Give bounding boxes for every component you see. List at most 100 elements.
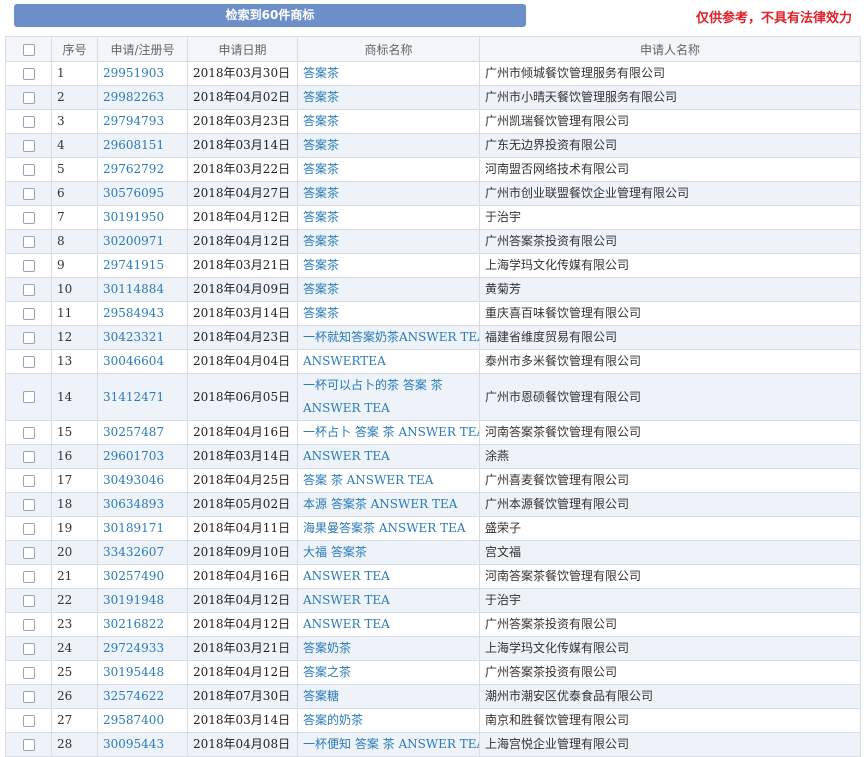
row-trademark-name-link[interactable]: 答案茶 [297,157,480,182]
row-checkbox-cell[interactable] [5,660,52,685]
column-header-date[interactable]: 申请日期 [187,36,298,62]
row-checkbox[interactable] [22,474,35,487]
row-trademark-name-link[interactable]: 答案 茶 ANSWER TEA [297,468,480,493]
row-checkbox-cell[interactable] [5,181,52,206]
row-trademark-name-link[interactable]: ANSWERTEA [297,349,480,374]
row-reg-no-link[interactable]: 30095443 [97,732,188,757]
row-checkbox[interactable] [22,618,35,631]
row-checkbox[interactable] [22,307,35,320]
row-reg-no-link[interactable]: 30493046 [97,468,188,493]
table-row[interactable]: 21 30257490 2018年04月16日 ANSWER TEA 河南答案茶餐饮管理… [5,564,861,589]
row-checkbox[interactable] [22,163,35,176]
row-trademark-name-link[interactable]: 答案茶 [297,181,480,206]
row-checkbox[interactable] [22,139,35,152]
row-checkbox-cell[interactable] [5,253,52,278]
row-trademark-name-link[interactable]: 一杯就知答案奶茶ANSWER TEA [297,325,480,350]
row-checkbox-cell[interactable] [5,325,52,350]
row-reg-no-link[interactable]: 29982263 [97,85,188,110]
row-trademark-name-link[interactable]: 答案的奶茶 [297,708,480,733]
row-checkbox-cell[interactable] [5,564,52,589]
row-checkbox-cell[interactable] [5,277,52,302]
row-reg-no-link[interactable]: 29608151 [97,133,188,158]
row-checkbox-cell[interactable] [5,133,52,158]
table-row[interactable]: 17 30493046 2018年04月25日 答案 茶 ANSWER TEA 广州喜麦… [5,468,861,493]
row-trademark-name-link[interactable]: ANSWER TEA [297,444,480,469]
row-reg-no-link[interactable]: 33432607 [97,540,188,565]
row-reg-no-link[interactable]: 30423321 [97,325,188,350]
table-row[interactable]: 13 30046604 2018年04月04日 ANSWERTEA 泰州市多米餐饮管理有… [5,349,861,374]
row-checkbox[interactable] [22,259,35,272]
table-row[interactable]: 22 30191948 2018年04月12日 ANSWER TEA 于治宇 [5,588,861,613]
row-trademark-name-link[interactable]: 一杯便知 答案 茶 ANSWER TEA [297,732,480,757]
table-row[interactable]: 25 30195448 2018年04月12日 答案之茶 广州答案茶投资有限公司 [5,660,861,685]
row-reg-no-link[interactable]: 30114884 [97,277,188,302]
table-row[interactable]: 4 29608151 2018年03月14日 答案茶 广东无边界投资有限公司 [5,133,861,158]
row-checkbox-cell[interactable] [5,708,52,733]
table-row[interactable]: 2 29982263 2018年04月02日 答案茶 广州市小晴天餐饮管理服务有限公司 [5,85,861,110]
row-trademark-name-link[interactable]: ANSWER TEA [297,564,480,589]
row-checkbox[interactable] [22,91,35,104]
row-reg-no-link[interactable]: 30195448 [97,660,188,685]
column-header-applicant[interactable]: 申请人名称 [479,36,861,62]
row-checkbox-cell[interactable] [5,588,52,613]
row-checkbox[interactable] [22,690,35,703]
row-checkbox-cell[interactable] [5,612,52,637]
table-row[interactable]: 7 30191950 2018年04月12日 答案茶 于治宇 [5,205,861,230]
table-row[interactable]: 16 29601703 2018年03月14日 ANSWER TEA 涂燕 [5,444,861,469]
row-reg-no-link[interactable]: 29724933 [97,636,188,661]
row-trademark-name-link[interactable]: ANSWER TEA [297,588,480,613]
table-row[interactable]: 3 29794793 2018年03月23日 答案茶 广州凯瑞餐饮管理有限公司 [5,109,861,134]
row-checkbox[interactable] [22,738,35,751]
table-row[interactable]: 8 30200971 2018年04月12日 答案茶 广州答案茶投资有限公司 [5,229,861,254]
table-row[interactable]: 20 33432607 2018年09月10日 大福 答案茶 宫文福 [5,540,861,565]
row-checkbox-cell[interactable] [5,516,52,541]
row-trademark-name-link[interactable]: 一杯可以占卜的茶 答案 茶 ANSWER TEA [297,373,480,421]
row-trademark-name-link[interactable]: ANSWER TEA [297,612,480,637]
row-checkbox-cell[interactable] [5,684,52,709]
row-checkbox[interactable] [22,594,35,607]
row-trademark-name-link[interactable]: 一杯占卜 答案 茶 ANSWER TEAS [297,420,480,445]
row-reg-no-link[interactable]: 30257487 [97,420,188,445]
row-trademark-name-link[interactable]: 答案茶 [297,253,480,278]
row-checkbox-cell[interactable] [5,61,52,86]
table-row[interactable]: 24 29724933 2018年03月21日 答案奶茶 上海学玛文化传媒有限公司 [5,636,861,661]
column-header-reg-no[interactable]: 申请/注册号 [97,36,188,62]
table-row[interactable]: 15 30257487 2018年04月16日 一杯占卜 答案 茶 ANSWER TE… [5,420,861,445]
table-row[interactable]: 5 29762792 2018年03月22日 答案茶 河南盟否网络技术有限公司 [5,157,861,182]
row-reg-no-link[interactable]: 30191950 [97,205,188,230]
row-trademark-name-link[interactable]: 答案之茶 [297,660,480,685]
row-checkbox[interactable] [22,570,35,583]
row-reg-no-link[interactable]: 30634893 [97,492,188,517]
row-reg-no-link[interactable]: 30216822 [97,612,188,637]
row-reg-no-link[interactable]: 30191948 [97,588,188,613]
table-row[interactable]: 23 30216822 2018年04月12日 ANSWER TEA 广州答案茶投资有限… [5,612,861,637]
table-row[interactable]: 19 30189171 2018年04月11日 海果曼答案茶 ANSWER TEA 盛荣… [5,516,861,541]
row-checkbox[interactable] [22,522,35,535]
row-checkbox-cell[interactable] [5,732,52,757]
row-reg-no-link[interactable]: 29794793 [97,109,188,134]
row-checkbox-cell[interactable] [5,420,52,445]
row-checkbox-cell[interactable] [5,205,52,230]
column-header-mark[interactable]: 商标名称 [297,36,480,62]
row-checkbox[interactable] [22,67,35,80]
row-checkbox-cell[interactable] [5,540,52,565]
row-reg-no-link[interactable]: 29584943 [97,301,188,326]
row-reg-no-link[interactable]: 30046604 [97,349,188,374]
row-trademark-name-link[interactable]: 答案茶 [297,133,480,158]
table-row[interactable]: 6 30576095 2018年04月27日 答案茶 广州市创业联盟餐饮企业管理有限公司 [5,181,861,206]
row-checkbox-cell[interactable] [5,492,52,517]
row-trademark-name-link[interactable]: 答案茶 [297,301,480,326]
row-trademark-name-link[interactable]: 答案奶茶 [297,636,480,661]
row-checkbox[interactable] [22,187,35,200]
row-checkbox[interactable] [22,331,35,344]
select-all-checkbox[interactable] [22,43,35,56]
row-trademark-name-link[interactable]: 答案茶 [297,205,480,230]
row-checkbox[interactable] [22,450,35,463]
row-checkbox[interactable] [22,355,35,368]
table-row[interactable]: 12 30423321 2018年04月23日 一杯就知答案奶茶ANSWER TEA 福… [5,325,861,350]
row-checkbox[interactable] [22,391,35,403]
row-trademark-name-link[interactable]: 本源 答案茶 ANSWER TEA [297,492,480,517]
table-row[interactable]: 28 30095443 2018年04月08日 一杯便知 答案 茶 ANSWER TE… [5,732,861,757]
row-checkbox-cell[interactable] [5,444,52,469]
row-checkbox-cell[interactable] [5,85,52,110]
